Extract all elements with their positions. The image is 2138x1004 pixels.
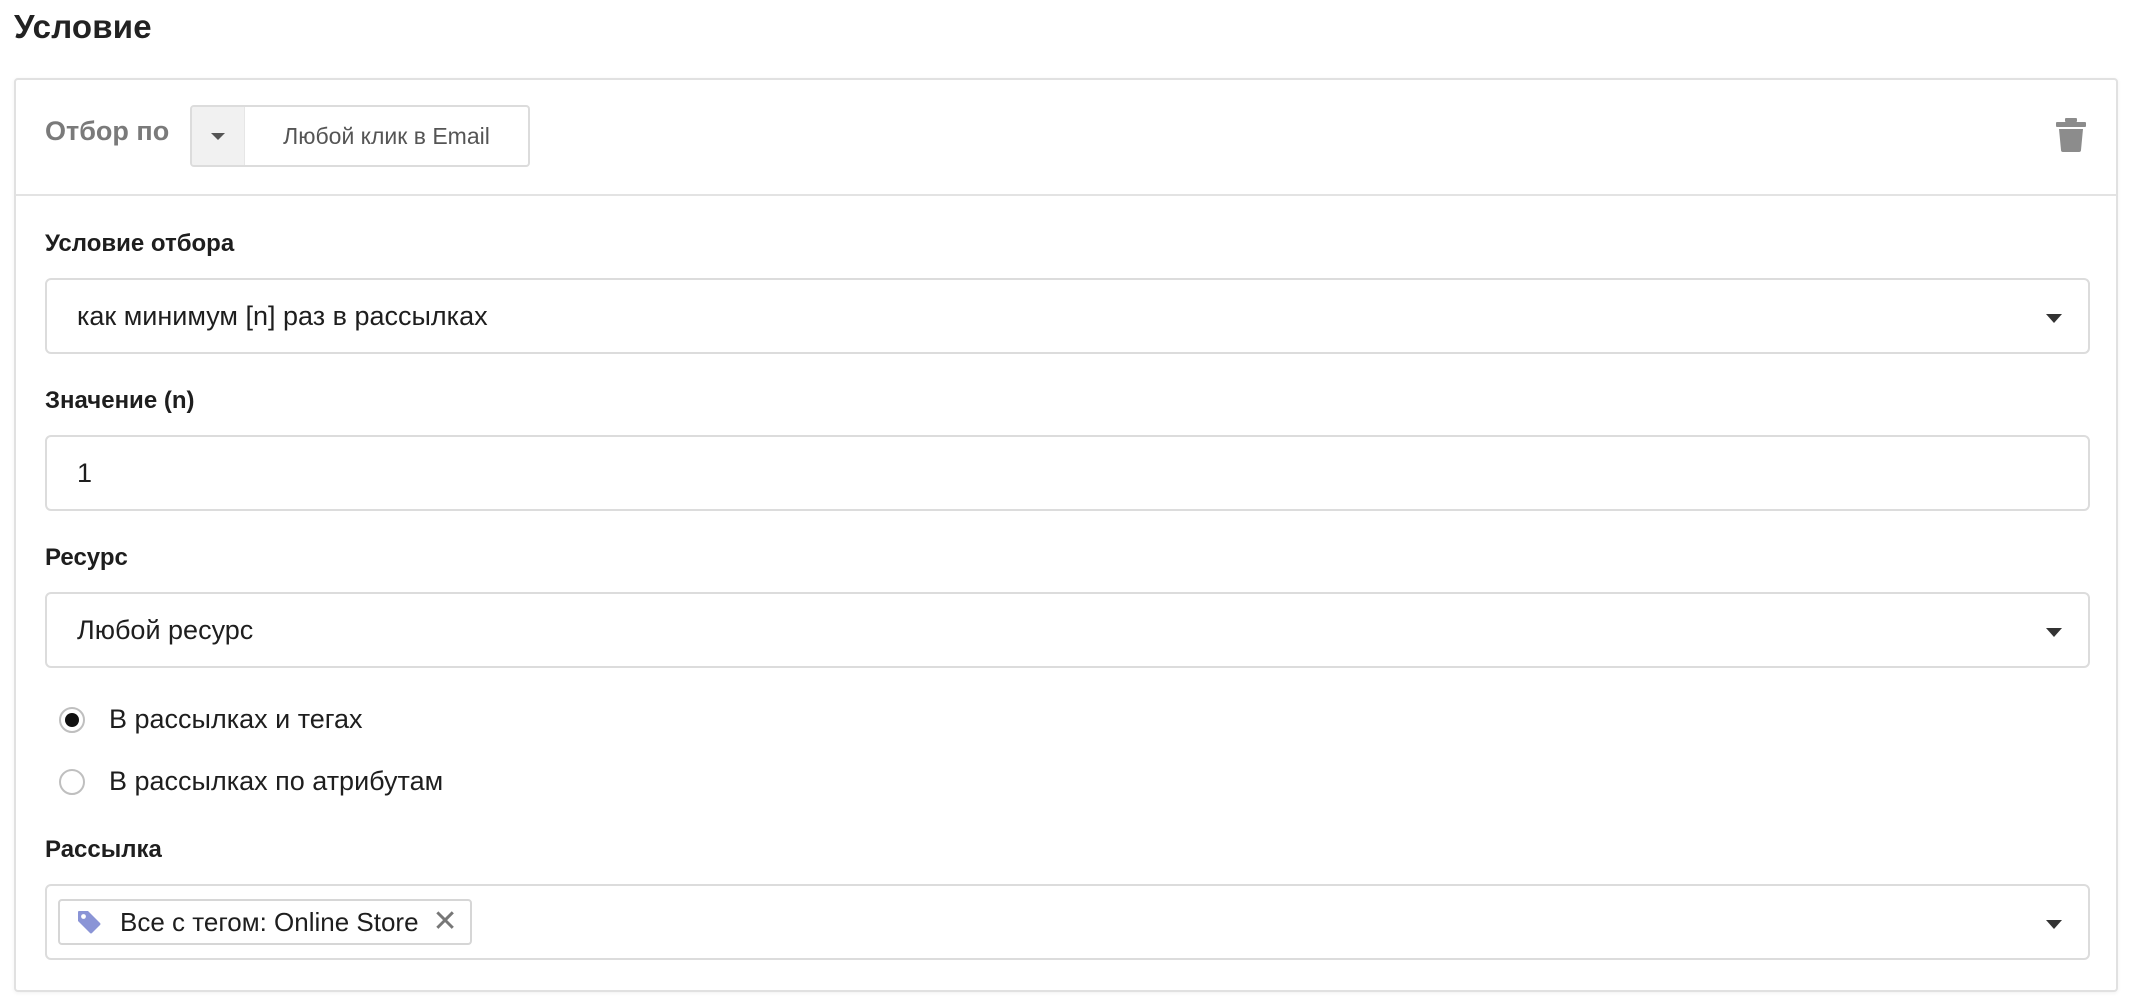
radio-option-mailings-by-attributes[interactable]: В рассылках по атрибутам — [59, 766, 443, 797]
tag-icon — [78, 911, 101, 934]
resource-select-value: Любой ресурс — [77, 614, 254, 645]
radio-option-mailings-and-tags[interactable]: В рассылках и тегах — [59, 704, 363, 735]
selected-tag-chip: Все с тегом: Online Store ✕ — [58, 899, 472, 945]
caret-down-icon — [2046, 920, 2062, 929]
amount-input-value: 1 — [77, 457, 93, 488]
radio-button[interactable] — [59, 768, 85, 795]
condition-card: Отбор по Любой клик в Email Условие отбо… — [14, 78, 2118, 992]
mailing-label: Рассылка — [45, 836, 162, 863]
card-header: Отбор по Любой клик в Email — [16, 80, 2116, 196]
filter-dropdown-toggle[interactable] — [192, 107, 245, 165]
page-title: Условие — [14, 8, 152, 45]
amount-input[interactable]: 1 — [45, 435, 2090, 511]
filter-type-dropdown[interactable]: Любой клик в Email — [190, 105, 530, 167]
condition-select[interactable]: как минимум [n] раз в рассылках — [45, 278, 2090, 354]
resource-label: Ресурс — [45, 544, 128, 571]
condition-label: Условие отбора — [45, 230, 235, 257]
caret-down-icon — [211, 132, 225, 140]
filter-dropdown-value: Любой клик в Email — [283, 122, 490, 149]
radio-button[interactable] — [59, 706, 85, 733]
radio-label: В рассылках и тегах — [109, 704, 363, 734]
amount-label: Значение (n) — [45, 387, 195, 414]
caret-down-icon — [2046, 314, 2062, 323]
close-icon[interactable]: ✕ — [433, 907, 458, 937]
tag-chip-label: Все с тегом: Online Store — [120, 906, 419, 937]
filter-label: Отбор по — [45, 116, 170, 146]
condition-select-value: как минимум [n] раз в рассылках — [77, 300, 488, 331]
radio-label: В рассылках по атрибутам — [109, 766, 444, 796]
resource-select[interactable]: Любой ресурс — [45, 592, 2090, 668]
mailing-multiselect[interactable]: Все с тегом: Online Store ✕ — [45, 884, 2090, 960]
trash-icon[interactable] — [2056, 118, 2086, 152]
caret-down-icon — [2046, 628, 2062, 637]
